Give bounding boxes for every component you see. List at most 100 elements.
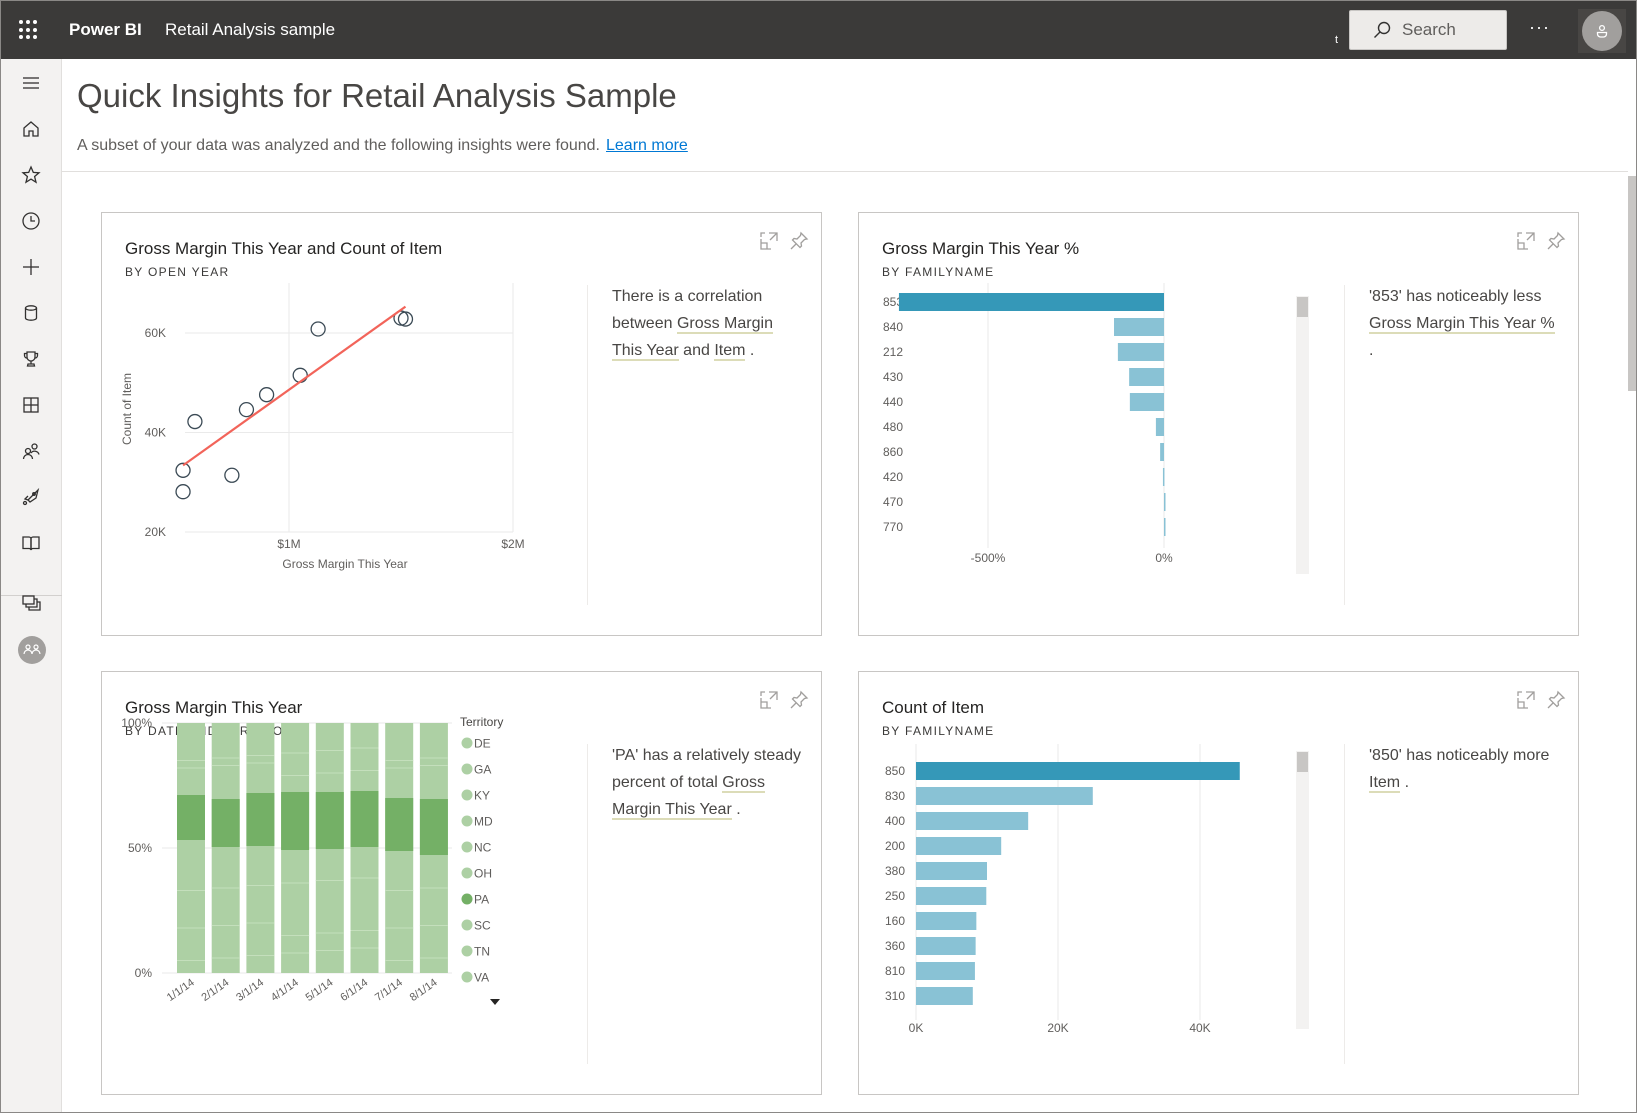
- bar: [916, 837, 1002, 855]
- star-icon[interactable]: [19, 163, 43, 187]
- stack-segment-pa: [177, 795, 205, 840]
- chart-scrollbar[interactable]: [1296, 296, 1309, 574]
- pin-icon[interactable]: [1546, 231, 1568, 253]
- scrollbar-thumb[interactable]: [1628, 176, 1636, 391]
- clock-icon[interactable]: [19, 209, 43, 233]
- report-name: Retail Analysis sample: [165, 20, 336, 39]
- category-label: 160: [885, 914, 905, 928]
- insight-card-scatter[interactable]: Gross Margin This Year and Count of Item…: [101, 212, 822, 636]
- insight-text-fragment: 'PA' has a relatively steady percent of …: [612, 747, 802, 791]
- insight-field-reference[interactable]: Gross Margin This Year %: [1369, 315, 1555, 334]
- rocket-icon[interactable]: [19, 485, 43, 509]
- insight-field-reference[interactable]: Item: [714, 342, 746, 361]
- legend-label: DE: [474, 737, 491, 751]
- y-tick-label: 0%: [135, 966, 153, 980]
- page-subtitle: A subset of your data was analyzed and t…: [77, 137, 688, 155]
- more-options-button[interactable]: ···: [1529, 17, 1550, 38]
- x-tick-label: 8/1/14: [408, 977, 440, 1004]
- insight-divider: [587, 285, 588, 605]
- pin-icon[interactable]: [789, 231, 811, 253]
- x-tick-label: $2M: [501, 537, 524, 551]
- focus-mode-icon[interactable]: [1516, 231, 1538, 253]
- chart-scrollbar[interactable]: [1296, 751, 1309, 1029]
- pin-icon[interactable]: [1546, 690, 1568, 712]
- database-icon[interactable]: [19, 301, 43, 325]
- learn-more-link[interactable]: Learn more: [606, 137, 688, 154]
- focus-mode-icon[interactable]: [759, 231, 781, 253]
- legend-marker: [461, 893, 473, 905]
- focus-mode-icon[interactable]: [1516, 690, 1538, 712]
- scatter-point: [310, 321, 326, 337]
- app-launcher-icon[interactable]: [19, 20, 39, 40]
- x-tick-label: $1M: [277, 537, 300, 551]
- legend-label: KY: [474, 789, 490, 803]
- power-bi-window: Power BI Retail Analysis sample t Search…: [0, 0, 1637, 1113]
- x-axis-title: Gross Margin This Year: [282, 557, 407, 571]
- x-tick-label: -500%: [971, 551, 1006, 565]
- people-icon[interactable]: [19, 439, 43, 463]
- y-axis-title: Count of Item: [120, 373, 134, 445]
- category-label: 250: [885, 889, 905, 903]
- category-label: 840: [883, 320, 903, 334]
- insight-text-fragment: '850' has noticeably more: [1369, 747, 1550, 764]
- home-icon[interactable]: [19, 117, 43, 141]
- x-tick-label: 1/1/14: [165, 977, 197, 1004]
- trophy-icon[interactable]: [19, 347, 43, 371]
- y-tick-label: 20K: [145, 525, 166, 539]
- bar: [916, 987, 973, 1005]
- pin-icon[interactable]: [789, 690, 811, 712]
- apps-icon[interactable]: [19, 393, 43, 417]
- category-label: 430: [883, 370, 903, 384]
- legend-scroll-down-icon[interactable]: [490, 999, 500, 1005]
- plus-icon[interactable]: [19, 255, 43, 279]
- legend-marker: [461, 815, 473, 827]
- insight-text-fragment: '853' has noticeably less: [1369, 288, 1542, 305]
- app-name[interactable]: Power BI: [69, 20, 142, 40]
- insight-text: '850' has noticeably more Item .: [1369, 742, 1559, 796]
- bar: [1129, 368, 1164, 386]
- my-workspace-icon[interactable]: [18, 636, 46, 664]
- category-label: 480: [883, 420, 903, 434]
- x-tick-label: 20K: [1047, 1021, 1068, 1035]
- insight-text-fragment: .: [1400, 774, 1410, 791]
- insight-card-stacked[interactable]: Gross Margin This Year BY DATE AND TERRI…: [101, 671, 822, 1095]
- legend-marker: [461, 841, 473, 853]
- stray-text: t: [1335, 34, 1339, 46]
- chart-scrollbar-thumb[interactable]: [1297, 297, 1308, 317]
- search-box[interactable]: Search: [1349, 10, 1507, 50]
- account-button[interactable]: [1578, 9, 1626, 53]
- insight-field-reference[interactable]: Item: [1369, 774, 1401, 793]
- stack-segment-pa: [281, 792, 310, 850]
- category-label: 470: [883, 495, 903, 509]
- legend-marker: [461, 737, 473, 749]
- x-tick-label: 2/1/14: [199, 977, 231, 1004]
- insight-card-count[interactable]: Count of Item BY FAMILYNAME 0K 20K 40K 850 8…: [858, 671, 1579, 1095]
- focus-mode-icon[interactable]: [759, 690, 781, 712]
- hamburger-icon[interactable]: [19, 71, 43, 95]
- bar: [916, 762, 1240, 780]
- x-tick-label: 0%: [1155, 551, 1173, 565]
- category-label: 400: [885, 814, 905, 828]
- insight-card-gm-percent[interactable]: Gross Margin This Year % BY FAMILYNAME -…: [858, 212, 1579, 636]
- insight-text: There is a correlation between Gross Mar…: [612, 283, 802, 364]
- legend-title: Territory: [460, 715, 503, 729]
- category-label: 360: [885, 939, 905, 953]
- legend-label: PA: [474, 893, 489, 907]
- search-label: Search: [1402, 20, 1456, 39]
- scatter-point: [175, 462, 191, 478]
- workspaces-icon[interactable]: [19, 591, 43, 615]
- category-label: 830: [885, 789, 905, 803]
- insight-divider: [1344, 285, 1345, 605]
- legend-label: NC: [474, 841, 492, 855]
- scatter-point: [292, 367, 308, 383]
- legend-marker: [461, 945, 473, 957]
- bar: [1160, 443, 1164, 461]
- stack-segment-other: [350, 723, 379, 973]
- bar: [916, 812, 1029, 830]
- chart-scrollbar-thumb[interactable]: [1297, 752, 1308, 772]
- book-icon[interactable]: [19, 531, 43, 555]
- page-scrollbar[interactable]: [1627, 172, 1636, 1112]
- insight-text: '853' has noticeably less Gross Margin T…: [1369, 283, 1559, 364]
- category-label: 770: [883, 520, 903, 534]
- insight-text-fragment: .: [1369, 342, 1374, 359]
